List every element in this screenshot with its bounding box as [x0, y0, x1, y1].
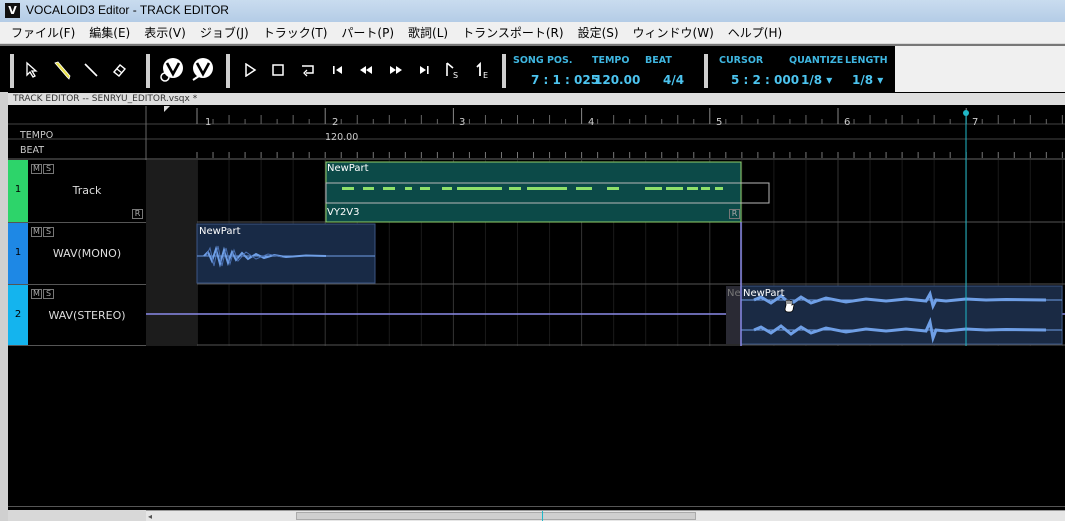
go-start-icon[interactable]	[326, 56, 350, 84]
tempo-label: TEMPO	[592, 55, 630, 66]
bar-number: 3	[459, 117, 466, 128]
bar-number: 7	[972, 117, 979, 128]
vocaloid-v-icon[interactable]	[188, 56, 216, 84]
solo-button[interactable]: S	[43, 227, 54, 237]
length-label: LENGTH	[845, 55, 888, 66]
song-pos-label: SONG POS.	[513, 55, 573, 66]
wav-stereo-part-name: NewPart	[743, 288, 785, 299]
vocal-part-singer: VY2V3	[327, 207, 360, 218]
cursor-label: CURSOR	[719, 55, 764, 66]
vocal-part[interactable]	[325, 161, 742, 223]
line-tool-icon[interactable]	[79, 56, 103, 84]
toolbar-grip[interactable]	[502, 54, 506, 88]
scroll-left-icon[interactable]: ◂	[148, 512, 152, 521]
menu-track[interactable]: トラック(T)	[256, 22, 335, 44]
menu-window[interactable]: ウィンドウ(W)	[626, 22, 721, 44]
menu-lyrics[interactable]: 歌詞(L)	[401, 22, 455, 44]
start-marker-button[interactable]: S	[440, 56, 464, 84]
toolbar-grip[interactable]	[146, 54, 150, 88]
stop-icon[interactable]	[266, 56, 290, 84]
menu-settings[interactable]: 設定(S)	[571, 22, 626, 44]
vocaloid-v-search-icon[interactable]	[156, 56, 186, 84]
menu-transport[interactable]: トランスポート(R)	[455, 22, 570, 44]
bar-number: 1	[205, 117, 212, 128]
toolbar-empty-area	[895, 46, 1065, 92]
rec-button[interactable]: R	[132, 209, 143, 219]
quantize-select[interactable]: 1/8 ▾	[801, 73, 832, 87]
toolbar: S E SONG POS. 7 : 1 : 025 TEMPO 120.00 B…	[0, 44, 1065, 92]
song-pos-value[interactable]: 7 : 1 : 025	[531, 73, 599, 87]
editor-window-title: TRACK EDITOR -- SENRYU_EDITOR.vsqx *	[8, 93, 1065, 105]
track-list-scroll-area	[8, 510, 146, 521]
track-name[interactable]: WAV(STEREO)	[28, 309, 146, 322]
menu-file[interactable]: ファイル(F)	[4, 22, 82, 44]
bar-number: 6	[844, 117, 851, 128]
go-end-icon[interactable]	[412, 56, 436, 84]
track-lanes[interactable]: NewPart VY2V3 R NewPart Ne NewPart	[146, 160, 1065, 346]
track-header[interactable]: 1 M S Track R	[8, 160, 146, 223]
track-number: 2	[14, 309, 22, 320]
end-marker-sub: E	[483, 71, 488, 79]
wav-mono-part-name: NewPart	[199, 226, 241, 237]
track-number: 1	[14, 184, 22, 195]
play-icon[interactable]	[238, 56, 262, 84]
loop-icon[interactable]	[296, 56, 320, 84]
ruler-ticks	[8, 106, 1065, 160]
scroll-playhead-marker	[542, 511, 543, 521]
part-rec-button[interactable]: R	[729, 209, 740, 219]
horizontal-scrollbar[interactable]: ◂	[146, 510, 1065, 521]
beat-label: BEAT	[645, 55, 672, 66]
solo-button[interactable]: S	[43, 164, 54, 174]
app-icon: V	[5, 3, 20, 18]
scrollbar-thumb[interactable]	[296, 512, 696, 520]
length-select[interactable]: 1/8 ▾	[852, 73, 883, 87]
bar-number: 4	[588, 117, 595, 128]
tempo-value[interactable]: 120.00	[594, 73, 640, 87]
track-header[interactable]: 1 M S WAV(MONO)	[8, 223, 146, 285]
tempo-row-label: TEMPO	[20, 130, 54, 141]
end-marker-button[interactable]: E	[470, 56, 494, 84]
mute-button[interactable]: M	[31, 227, 42, 237]
cursor-value[interactable]: 5 : 2 : 000	[731, 73, 799, 87]
rewind-icon[interactable]	[354, 56, 378, 84]
title-bar: V VOCALOID3 Editor - TRACK EDITOR	[0, 0, 1065, 22]
tempo-marker-value[interactable]: 120.00	[325, 132, 358, 143]
ruler: TEMPO BEAT 120.00 1 2 3 4 5 6 7	[8, 106, 1065, 160]
hand-cursor-icon	[783, 299, 795, 316]
lanes-grid	[146, 160, 1065, 346]
quantize-label: QUANTIZE	[789, 55, 844, 66]
beat-value[interactable]: 4/4	[663, 73, 684, 87]
menu-view[interactable]: 表示(V)	[137, 22, 193, 44]
window-title: VOCALOID3 Editor - TRACK EDITOR	[26, 3, 229, 17]
menu-edit[interactable]: 編集(E)	[82, 22, 137, 44]
ghost-part-name: Ne	[727, 288, 741, 299]
toolbar-grip[interactable]	[704, 54, 708, 88]
toolbar-grip[interactable]	[226, 54, 230, 88]
menu-job[interactable]: ジョブ(J)	[193, 22, 256, 44]
track-name[interactable]: Track	[28, 184, 146, 197]
bar-number: 2	[332, 117, 339, 128]
window-frame-left	[0, 92, 8, 521]
toolbar-grip[interactable]	[10, 54, 14, 88]
vocal-part-name: NewPart	[327, 163, 369, 174]
fast-forward-icon[interactable]	[384, 56, 408, 84]
start-marker-sub: S	[453, 71, 458, 79]
eraser-tool-icon[interactable]	[107, 56, 131, 84]
arrow-tool-icon[interactable]	[20, 56, 44, 84]
menu-help[interactable]: ヘルプ(H)	[721, 22, 789, 44]
track-name[interactable]: WAV(MONO)	[28, 247, 146, 260]
pencil-tool-icon[interactable]	[50, 56, 74, 84]
solo-button[interactable]: S	[43, 289, 54, 299]
track-header[interactable]: 2 M S WAV(STEREO)	[8, 285, 146, 346]
track-number: 1	[14, 247, 22, 258]
editor-bottom-border	[8, 506, 1065, 507]
mute-button[interactable]: M	[31, 289, 42, 299]
beat-row-label: BEAT	[20, 145, 45, 156]
bar-number: 5	[716, 117, 723, 128]
mute-button[interactable]: M	[31, 164, 42, 174]
menu-part[interactable]: パート(P)	[334, 22, 401, 44]
menu-bar: ファイル(F) 編集(E) 表示(V) ジョブ(J) トラック(T) パート(P…	[0, 22, 1065, 44]
